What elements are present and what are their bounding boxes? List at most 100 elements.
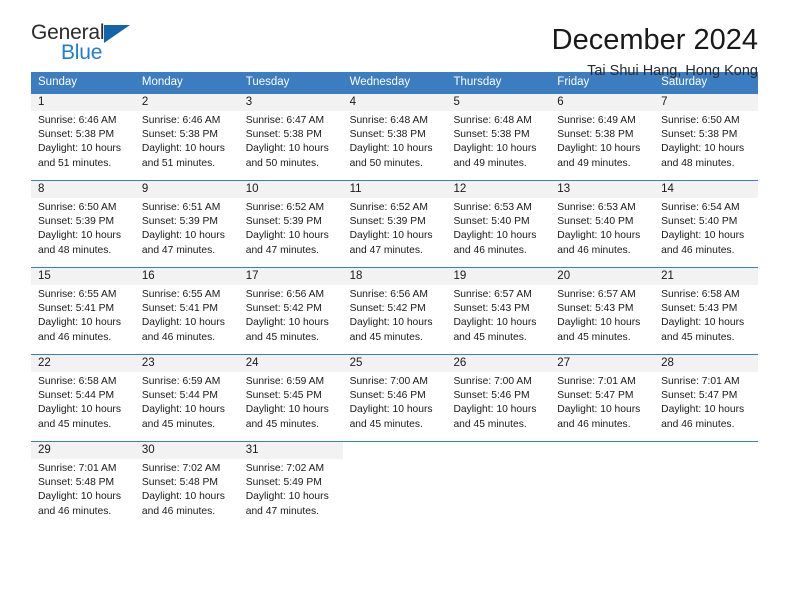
daylight-text-line1: Daylight: 10 hours: [141, 491, 225, 503]
day-cell[interactable]: 27 Sunrise: 7:01 AM Sunset: 5:47 PM Dayl…: [550, 355, 655, 441]
day-cell[interactable]: 18 Sunrise: 6:56 AM Sunset: 5:42 PM Dayl…: [342, 268, 447, 354]
day-number: 14: [654, 181, 759, 198]
day-number: 5: [446, 94, 551, 111]
day-info: Sunrise: 6:56 AM Sunset: 5:42 PM Dayligh…: [239, 285, 343, 345]
day-cell[interactable]: 6 Sunrise: 6:49 AM Sunset: 5:38 PM Dayli…: [550, 94, 655, 180]
day-info: Sunrise: 6:55 AM Sunset: 5:41 PM Dayligh…: [31, 285, 135, 345]
day-cell[interactable]: 16 Sunrise: 6:55 AM Sunset: 5:41 PM Dayl…: [134, 268, 239, 354]
day-info: Sunrise: 6:51 AM Sunset: 5:39 PM Dayligh…: [135, 198, 239, 258]
sunset-text: Sunset: 5:44 PM: [141, 390, 218, 402]
day-cell[interactable]: 25 Sunrise: 7:00 AM Sunset: 5:46 PM Dayl…: [342, 355, 447, 441]
daylight-text-line2: and 46 minutes.: [141, 505, 216, 517]
general-blue-logo: General Blue: [31, 22, 143, 70]
day-info: Sunrise: 6:46 AM Sunset: 5:38 PM Dayligh…: [135, 111, 239, 171]
day-cell[interactable]: 23 Sunrise: 6:59 AM Sunset: 5:44 PM Dayl…: [134, 355, 239, 441]
day-cell[interactable]: 11 Sunrise: 6:52 AM Sunset: 5:39 PM Dayl…: [342, 181, 447, 267]
week-row: 8 Sunrise: 6:50 AM Sunset: 5:39 PM Dayli…: [31, 180, 759, 267]
page-header: General Blue December 2024 Tai Shui Hang…: [0, 0, 792, 80]
daylight-text-line2: and 45 minutes.: [141, 418, 216, 430]
daylight-text-line1: Daylight: 10 hours: [38, 230, 121, 242]
sunrise-text: Sunrise: 6:49 AM: [557, 115, 636, 126]
sunrise-text: Sunrise: 6:59 AM: [245, 376, 325, 387]
sunrise-text: Sunrise: 6:53 AM: [557, 202, 636, 213]
day-number: [446, 442, 551, 459]
day-cell[interactable]: 20 Sunrise: 6:57 AM Sunset: 5:43 PM Dayl…: [550, 268, 655, 354]
day-cell[interactable]: 29 Sunrise: 7:01 AM Sunset: 5:48 PM Dayl…: [31, 442, 135, 531]
day-cell[interactable]: 31 Sunrise: 7:02 AM Sunset: 5:49 PM Dayl…: [238, 442, 343, 531]
daylight-text-line1: Daylight: 10 hours: [245, 230, 329, 242]
day-cell[interactable]: 19 Sunrise: 6:57 AM Sunset: 5:43 PM Dayl…: [446, 268, 551, 354]
day-cell-empty: [342, 442, 447, 531]
logo-triangle-icon: [104, 25, 130, 43]
daylight-text-line2: and 45 minutes.: [349, 331, 423, 343]
sunset-text: Sunset: 5:42 PM: [349, 303, 426, 315]
sunset-text: Sunset: 5:38 PM: [38, 129, 115, 141]
sunset-text: Sunset: 5:43 PM: [661, 303, 738, 315]
day-cell[interactable]: 8 Sunrise: 6:50 AM Sunset: 5:39 PM Dayli…: [31, 181, 135, 267]
day-info: Sunrise: 6:58 AM Sunset: 5:43 PM Dayligh…: [654, 285, 758, 345]
daylight-text-line1: Daylight: 10 hours: [557, 143, 641, 155]
week-row: 29 Sunrise: 7:01 AM Sunset: 5:48 PM Dayl…: [31, 441, 759, 531]
day-cell-empty: [446, 442, 551, 531]
day-cell[interactable]: 28 Sunrise: 7:01 AM Sunset: 5:47 PM Dayl…: [654, 355, 759, 441]
daylight-text-line2: and 51 minutes.: [38, 157, 112, 169]
day-info: Sunrise: 7:00 AM Sunset: 5:46 PM Dayligh…: [446, 372, 550, 432]
sunrise-text: Sunrise: 6:48 AM: [453, 115, 532, 126]
day-cell[interactable]: 24 Sunrise: 6:59 AM Sunset: 5:45 PM Dayl…: [238, 355, 343, 441]
page-subtitle: Tai Shui Hang, Hong Kong: [587, 63, 758, 79]
daylight-text-line1: Daylight: 10 hours: [453, 143, 537, 155]
day-cell[interactable]: 26 Sunrise: 7:00 AM Sunset: 5:46 PM Dayl…: [446, 355, 551, 441]
day-cell[interactable]: 3 Sunrise: 6:47 AM Sunset: 5:38 PM Dayli…: [238, 94, 343, 180]
day-info: Sunrise: 6:48 AM Sunset: 5:38 PM Dayligh…: [343, 111, 447, 171]
calendar-page: General Blue December 2024 Tai Shui Hang…: [0, 0, 792, 612]
day-cell[interactable]: 1 Sunrise: 6:46 AM Sunset: 5:38 PM Dayli…: [31, 94, 135, 180]
day-cell[interactable]: 22 Sunrise: 6:58 AM Sunset: 5:44 PM Dayl…: [31, 355, 135, 441]
daylight-text-line1: Daylight: 10 hours: [349, 404, 433, 416]
daylight-text-line2: and 46 minutes.: [661, 418, 735, 430]
day-number: 28: [654, 355, 759, 372]
daylight-text-line1: Daylight: 10 hours: [245, 143, 329, 155]
sunset-text: Sunset: 5:44 PM: [38, 390, 115, 402]
day-cell[interactable]: 15 Sunrise: 6:55 AM Sunset: 5:41 PM Dayl…: [31, 268, 135, 354]
daylight-text-line1: Daylight: 10 hours: [38, 317, 121, 329]
daylight-text-line1: Daylight: 10 hours: [453, 317, 537, 329]
day-cell[interactable]: 30 Sunrise: 7:02 AM Sunset: 5:48 PM Dayl…: [134, 442, 239, 531]
daylight-text-line2: and 47 minutes.: [245, 505, 319, 517]
day-cell[interactable]: 12 Sunrise: 6:53 AM Sunset: 5:40 PM Dayl…: [446, 181, 551, 267]
day-cell[interactable]: 7 Sunrise: 6:50 AM Sunset: 5:38 PM Dayli…: [654, 94, 759, 180]
day-number: 9: [134, 181, 239, 198]
day-info: Sunrise: 6:47 AM Sunset: 5:38 PM Dayligh…: [239, 111, 343, 171]
sunset-text: Sunset: 5:41 PM: [141, 303, 218, 315]
day-number: 20: [550, 268, 655, 285]
day-number: 8: [31, 181, 135, 198]
day-cell[interactable]: 4 Sunrise: 6:48 AM Sunset: 5:38 PM Dayli…: [342, 94, 447, 180]
day-info: Sunrise: 6:48 AM Sunset: 5:38 PM Dayligh…: [446, 111, 550, 171]
day-info: Sunrise: 6:57 AM Sunset: 5:43 PM Dayligh…: [446, 285, 550, 345]
daylight-text-line1: Daylight: 10 hours: [453, 230, 537, 242]
day-cell[interactable]: 14 Sunrise: 6:54 AM Sunset: 5:40 PM Dayl…: [654, 181, 759, 267]
day-cell[interactable]: 13 Sunrise: 6:53 AM Sunset: 5:40 PM Dayl…: [550, 181, 655, 267]
day-cell[interactable]: 21 Sunrise: 6:58 AM Sunset: 5:43 PM Dayl…: [654, 268, 759, 354]
day-info: Sunrise: 6:53 AM Sunset: 5:40 PM Dayligh…: [550, 198, 654, 258]
calendar-grid: Sunday Monday Tuesday Wednesday Thursday…: [31, 72, 759, 531]
day-number: 22: [31, 355, 135, 372]
daylight-text-line2: and 46 minutes.: [557, 418, 631, 430]
daylight-text-line1: Daylight: 10 hours: [141, 317, 225, 329]
day-info: Sunrise: 7:01 AM Sunset: 5:47 PM Dayligh…: [654, 372, 758, 432]
sunset-text: Sunset: 5:41 PM: [38, 303, 115, 315]
daylight-text-line1: Daylight: 10 hours: [38, 404, 121, 416]
day-info: Sunrise: 6:59 AM Sunset: 5:44 PM Dayligh…: [135, 372, 239, 432]
day-cell-empty: [550, 442, 655, 531]
day-info: Sunrise: 7:00 AM Sunset: 5:46 PM Dayligh…: [343, 372, 447, 432]
sunset-text: Sunset: 5:46 PM: [349, 390, 426, 402]
day-cell[interactable]: 17 Sunrise: 6:56 AM Sunset: 5:42 PM Dayl…: [238, 268, 343, 354]
day-cell[interactable]: 10 Sunrise: 6:52 AM Sunset: 5:39 PM Dayl…: [238, 181, 343, 267]
daylight-text-line1: Daylight: 10 hours: [245, 404, 329, 416]
daylight-text-line1: Daylight: 10 hours: [557, 317, 641, 329]
day-cell[interactable]: 5 Sunrise: 6:48 AM Sunset: 5:38 PM Dayli…: [446, 94, 551, 180]
day-cell[interactable]: 9 Sunrise: 6:51 AM Sunset: 5:39 PM Dayli…: [134, 181, 239, 267]
day-info: Sunrise: 6:54 AM Sunset: 5:40 PM Dayligh…: [654, 198, 758, 258]
day-number: 29: [31, 442, 135, 459]
day-number: 27: [550, 355, 655, 372]
day-cell[interactable]: 2 Sunrise: 6:46 AM Sunset: 5:38 PM Dayli…: [134, 94, 239, 180]
